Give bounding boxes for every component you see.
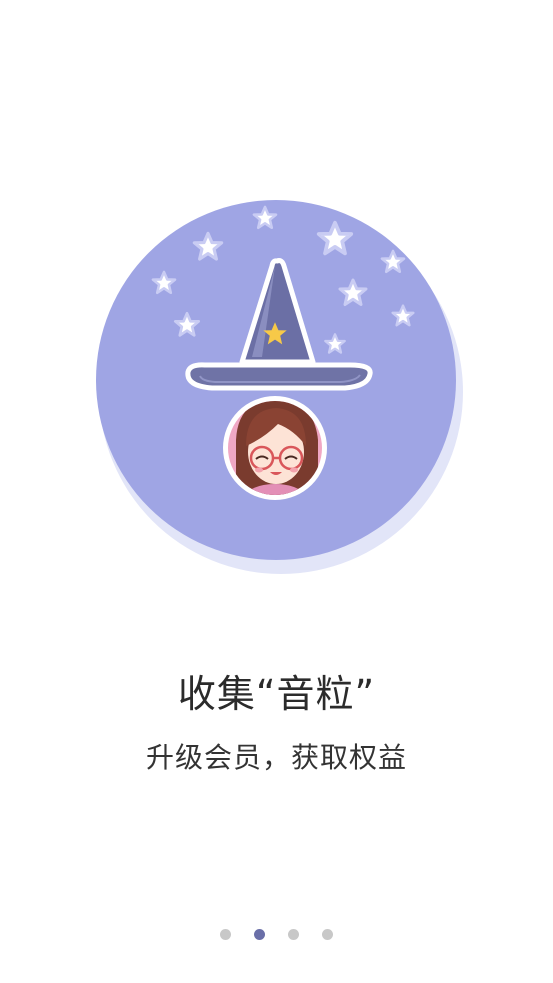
page-title: 收集“音粒” [177,672,376,716]
page-indicator [0,928,553,940]
avatar [223,396,327,500]
page-dot-2-active[interactable] [254,928,265,940]
page-dot-4[interactable] [322,928,333,940]
page-dot-3[interactable] [288,928,299,940]
onboarding-screen: 收集“音粒” 升级会员，获取权益 [0,0,553,983]
page-subtitle: 升级会员，获取权益 [145,741,407,774]
onboarding-illustration [96,200,463,574]
page-dot-1[interactable] [220,928,231,940]
